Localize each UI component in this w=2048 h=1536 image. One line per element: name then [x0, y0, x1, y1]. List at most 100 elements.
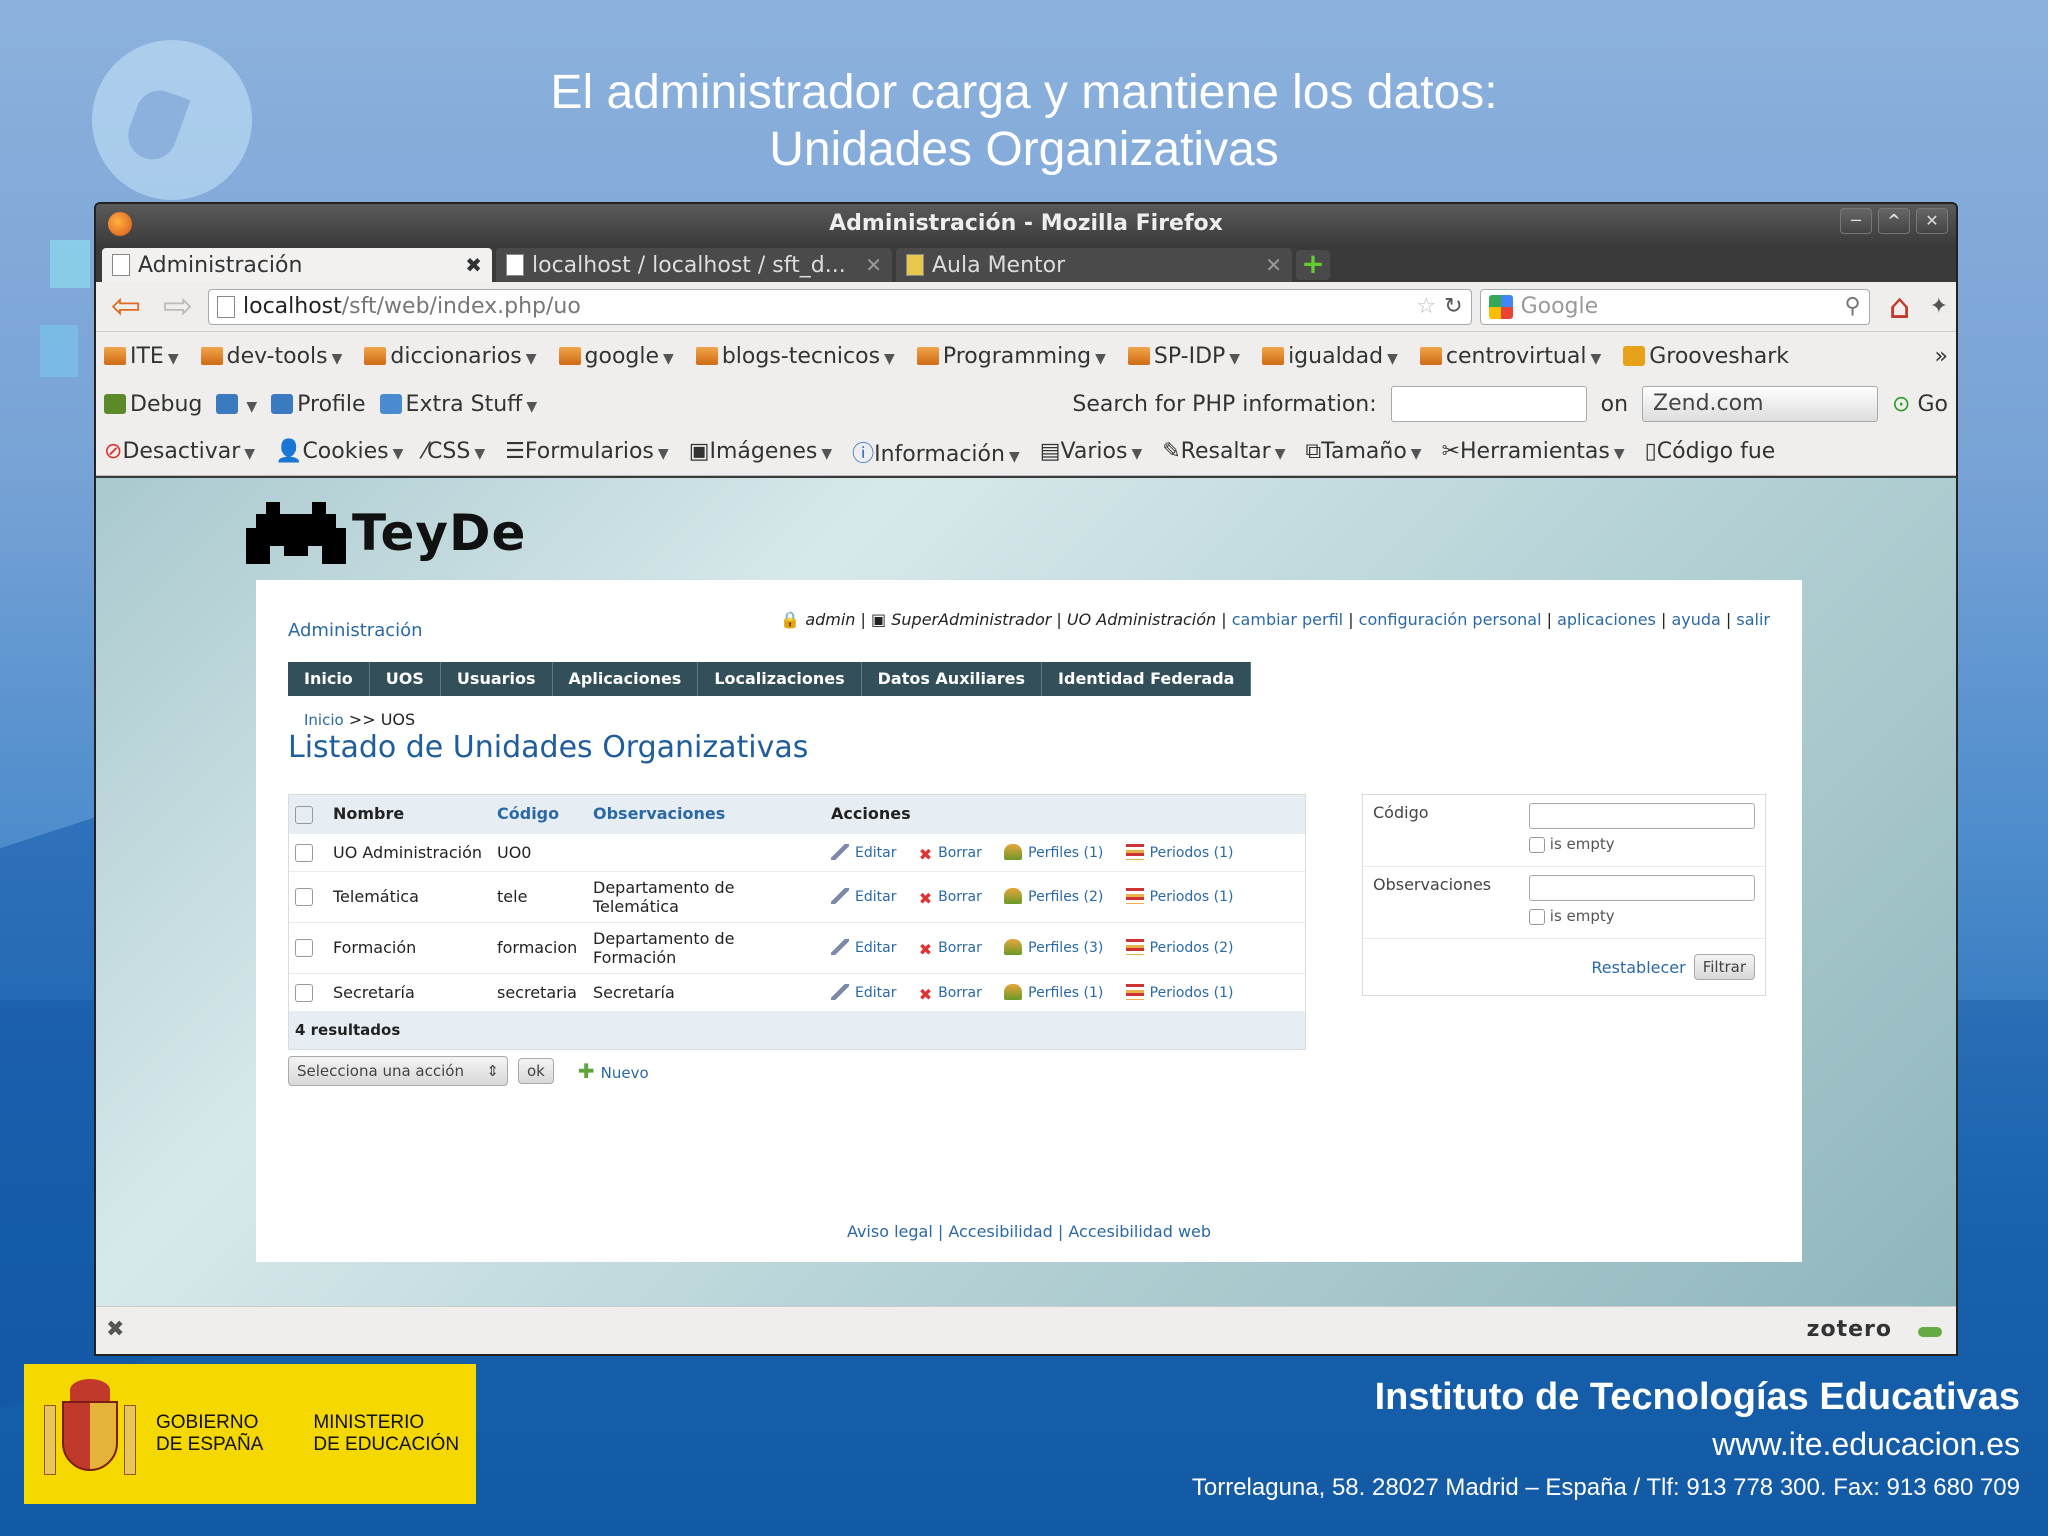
url-host: localhost: [243, 294, 342, 319]
delete-link[interactable]: ✖ Borrar: [919, 845, 982, 864]
close-addon-bar-icon[interactable]: ✖: [106, 1317, 124, 1342]
extra-stuff-menu[interactable]: Extra Stuff ▼: [379, 392, 537, 417]
bookmark-google[interactable]: google ▼: [558, 344, 674, 369]
select-all-checkbox[interactable]: [295, 805, 313, 824]
help-link[interactable]: ayuda: [1671, 610, 1720, 629]
site-select[interactable]: Zend.com: [1642, 386, 1879, 422]
zotero-label[interactable]: zotero: [1807, 1317, 1892, 1342]
bookmark-star-icon[interactable]: ☆: [1416, 294, 1436, 319]
new-uo-link[interactable]: ✚ Nuevo: [578, 1059, 649, 1083]
periods-link[interactable]: Periodos (1): [1125, 983, 1233, 1001]
menu-identidad-federada[interactable]: Identidad Federada: [1042, 662, 1252, 696]
change-profile-link[interactable]: cambiar perfil: [1232, 610, 1343, 629]
reset-filter-link[interactable]: Restablecer: [1591, 958, 1685, 977]
back-button[interactable]: ⇦: [104, 286, 148, 327]
bookmark-grooveshark[interactable]: Grooveshark: [1623, 344, 1789, 369]
profile-button[interactable]: Profile: [271, 392, 366, 417]
tab-administracion[interactable]: Administración ✖: [102, 248, 492, 282]
profiles-link[interactable]: Perfiles (1): [1004, 843, 1103, 861]
batch-action-select[interactable]: Selecciona una acción ⇕: [288, 1056, 508, 1086]
periods-link[interactable]: Periodos (2): [1125, 939, 1233, 956]
varios-menu[interactable]: ▤Varios ▼: [1040, 439, 1142, 464]
row-checkbox[interactable]: [295, 939, 313, 958]
delete-link[interactable]: ✖ Borrar: [919, 985, 982, 1004]
menu-usuarios[interactable]: Usuarios: [441, 662, 553, 696]
extension-icon[interactable]: ✦: [1930, 294, 1948, 319]
imagenes-menu[interactable]: ▣Imágenes ▼: [689, 439, 832, 464]
home-icon[interactable]: ⌂: [1878, 287, 1922, 327]
search-bar[interactable]: Google ⚲: [1479, 288, 1870, 325]
debug-button[interactable]: Debug: [104, 392, 202, 417]
close-tab-icon[interactable]: ✖: [465, 253, 482, 277]
bookmark-centrovirtual[interactable]: centrovirtual ▼: [1419, 344, 1601, 369]
search-icon[interactable]: ⚲: [1844, 294, 1860, 319]
edit-link[interactable]: Editar: [831, 939, 896, 956]
delete-link[interactable]: ✖ Borrar: [919, 940, 982, 959]
menu-datos-auxiliares[interactable]: Datos Auxiliares: [862, 662, 1043, 696]
informacion-menu[interactable]: ⓘInformación ▼: [852, 436, 1020, 468]
edit-link[interactable]: Editar: [831, 888, 896, 905]
profiles-link[interactable]: Perfiles (1): [1004, 983, 1103, 1001]
bookmark-ite[interactable]: ITE ▼: [104, 344, 179, 369]
bookmark-sp-idp[interactable]: SP-IDP ▼: [1127, 344, 1240, 369]
batch-ok-button[interactable]: ok: [518, 1058, 554, 1084]
edit-link[interactable]: Editar: [831, 843, 896, 861]
periods-link[interactable]: Periodos (1): [1125, 888, 1233, 905]
close-tab-icon[interactable]: ✕: [865, 253, 882, 277]
profiles-link[interactable]: Perfiles (2): [1004, 888, 1103, 905]
table-row: Telemática tele Departamento de Telemáti…: [289, 870, 1305, 922]
col-codigo[interactable]: Código: [491, 795, 587, 833]
personal-config-link[interactable]: configuración personal: [1359, 610, 1542, 629]
resaltar-menu[interactable]: ✎Resaltar ▼: [1162, 439, 1285, 464]
obs-filter-input[interactable]: [1529, 875, 1755, 901]
bookmark-dev-tools[interactable]: dev-tools ▼: [200, 344, 342, 369]
cookies-menu[interactable]: 👤Cookies ▼: [275, 439, 403, 464]
maximize-button[interactable]: ^: [1878, 208, 1910, 234]
go-button[interactable]: ⊙ Go: [1892, 392, 1948, 417]
herramientas-menu[interactable]: ✂Herramientas ▼: [1442, 439, 1625, 464]
formularios-menu[interactable]: ☰Formularios ▼: [505, 439, 669, 464]
bookmark-igualdad[interactable]: igualdad ▼: [1262, 344, 1398, 369]
bookmark-programming[interactable]: Programming ▼: [916, 344, 1106, 369]
tab-aula-mentor[interactable]: Aula Mentor ✕: [896, 248, 1292, 282]
codigo-filter-input[interactable]: [1529, 803, 1755, 829]
applications-link[interactable]: aplicaciones: [1557, 610, 1656, 629]
forward-button[interactable]: ⇨: [156, 286, 200, 327]
menu-localizaciones[interactable]: Localizaciones: [698, 662, 862, 696]
menu-inicio[interactable]: Inicio: [288, 662, 370, 696]
more-bookmarks-icon[interactable]: »: [1935, 344, 1948, 369]
obs-is-empty-checkbox[interactable]: [1529, 908, 1545, 925]
codigo-is-empty-checkbox[interactable]: [1529, 836, 1545, 853]
row-checkbox[interactable]: [295, 983, 313, 1002]
delete-link[interactable]: ✖ Borrar: [919, 889, 982, 908]
row-checkbox[interactable]: [295, 843, 313, 862]
tamano-menu[interactable]: ⧉Tamaño ▼: [1305, 439, 1421, 464]
new-tab-button[interactable]: +: [1296, 250, 1330, 280]
minimize-button[interactable]: ─: [1840, 208, 1872, 234]
row-checkbox[interactable]: [295, 888, 313, 907]
tab-localhost[interactable]: localhost / localhost / sft_d... ✕: [496, 248, 892, 282]
bookmark-diccionarios[interactable]: diccionarios ▼: [364, 344, 537, 369]
col-observaciones[interactable]: Observaciones: [587, 795, 825, 833]
footer-links[interactable]: Aviso legal | Accesibilidad | Accesibili…: [256, 1222, 1802, 1241]
close-window-button[interactable]: ✕: [1916, 208, 1948, 234]
close-tab-icon[interactable]: ✕: [1265, 253, 1282, 277]
php-search-input[interactable]: [1390, 386, 1587, 422]
filter-button[interactable]: Filtrar: [1693, 954, 1755, 980]
periods-link[interactable]: Periodos (1): [1125, 843, 1233, 861]
profiles-link[interactable]: Perfiles (3): [1004, 939, 1103, 956]
breadcrumb-home[interactable]: Inicio: [304, 711, 344, 729]
url-bar[interactable]: localhost/sft/web/index.php/uo ☆ ↻: [208, 288, 1472, 325]
desactivar-menu[interactable]: ⊘Desactivar ▼: [104, 439, 255, 464]
css-menu[interactable]: ⁄CSS ▼: [423, 439, 485, 464]
bookmark-blogs-tecnicos[interactable]: blogs-tecnicos ▼: [695, 344, 895, 369]
user-icon: 🔒: [780, 610, 801, 629]
menu-aplicaciones[interactable]: Aplicaciones: [553, 662, 699, 696]
reload-icon[interactable]: ↻: [1444, 294, 1462, 319]
logout-link[interactable]: salir: [1736, 610, 1770, 629]
screen-menu[interactable]: ▼: [216, 392, 257, 417]
codigo-fuente-menu[interactable]: ▯Código fue: [1645, 439, 1776, 464]
menu-uos[interactable]: UOS: [370, 662, 441, 696]
ministerio-text: MINISTERIO DE EDUCACIÓN: [313, 1412, 460, 1455]
edit-link[interactable]: Editar: [831, 983, 896, 1001]
